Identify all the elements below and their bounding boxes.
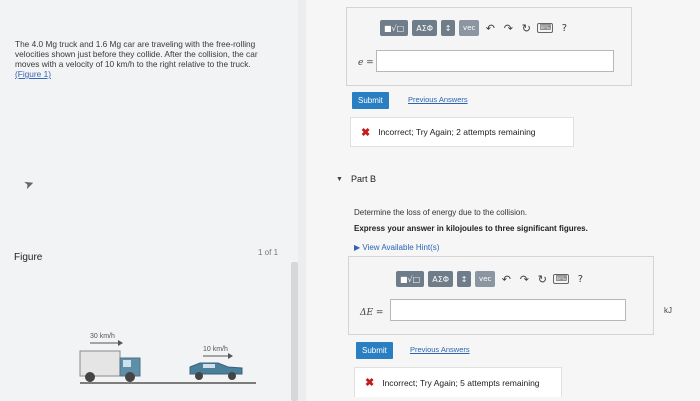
truck-wheel-rear [85,372,95,382]
part-a-input-label: e = [358,58,374,68]
part-a-feedback-text: Incorrect; Try Again; 2 attempts remaini… [378,127,536,137]
problem-line-1: The 4.0 Mg truck and 1.6 Mg car are trav… [15,39,256,49]
collapse-triangle-icon: ▼ [336,175,343,183]
reset-icon[interactable]: ↻ [535,273,549,286]
figure-scrollbar[interactable] [291,262,298,401]
help-icon[interactable]: ? [557,23,571,34]
figure-label: Figure [14,252,43,263]
redo-icon[interactable]: ↷ [517,273,531,286]
part-b-toolbar: ■√□ AΣΦ ↕ vec ↶ ↷ ↻ ⌨ ? [396,271,587,287]
part-b-question: Determine the loss of energy due to the … [354,208,527,217]
help-icon[interactable]: ? [573,274,587,285]
car-window [203,364,215,368]
part-b-input-label: ΔE = [360,308,384,318]
redo-icon[interactable]: ↷ [501,22,515,35]
truck-box [79,350,121,377]
view-hints-link[interactable]: ▶ View Available Hint(s) [354,243,439,252]
incorrect-x-icon: ✖ [361,126,371,139]
templates-button[interactable]: ■√□ [380,20,409,36]
part-a-submit-button[interactable]: Submit [352,92,389,109]
part-b-instruction: Express your answer in kilojoules to thr… [354,224,588,233]
problem-line-3: moves with a velocity of 10 km/h to the … [15,59,251,69]
reset-icon[interactable]: ↻ [519,22,533,35]
truck-wheel-front [125,372,135,382]
car-wheel-rear [195,372,203,380]
arrows-button[interactable]: ↕ [457,271,472,287]
part-b-answer-box [348,256,654,335]
car-arrowhead [228,353,233,359]
undo-icon[interactable]: ↶ [499,273,513,286]
figure-page-count: 1 of 1 [258,248,279,257]
road-line [80,382,256,384]
part-b-feedback-text: Incorrect; Try Again; 5 attempts remaini… [382,377,540,388]
part-b-previous-answers-link[interactable]: Previous Answers [410,345,470,354]
truck-window [123,360,131,367]
problem-line-2: velocities shown just before they collid… [15,49,258,59]
part-a-answer-box [346,7,632,86]
keyboard-icon[interactable]: ⌨ [553,274,570,284]
greek-symbols-button[interactable]: AΣΦ [428,271,454,287]
part-b-unit-label: kJ [664,306,672,315]
car-wheel-front [228,372,236,380]
view-hints-label: View Available Hint(s) [362,243,440,252]
part-b-title: Part B [350,174,376,184]
undo-icon[interactable]: ↶ [483,22,497,35]
incorrect-x-icon: ✖ [365,377,375,389]
part-b-header[interactable]: ▼ Part B [336,174,376,184]
part-a-toolbar: ■√□ AΣΦ ↕ vec ↶ ↷ ↻ ⌨ ? [380,20,571,36]
mouse-cursor-icon: ➤ [21,175,37,193]
part-b-answer-input[interactable] [390,299,626,321]
part-b-submit-button[interactable]: Submit [356,342,393,359]
part-a-feedback: ✖ Incorrect; Try Again; 2 attempts remai… [350,117,574,147]
problem-pane: The 4.0 Mg truck and 1.6 Mg car are trav… [0,0,298,401]
part-a-previous-answers-link[interactable]: Previous Answers [408,95,468,104]
keyboard-icon[interactable]: ⌨ [537,23,554,33]
collision-figure [79,340,243,382]
problem-statement: The 4.0 Mg truck and 1.6 Mg car are trav… [15,39,285,79]
part-a-answer-input[interactable] [376,50,614,72]
truck-arrowhead [118,340,123,346]
figure-link[interactable]: (Figure 1) [15,69,285,79]
templates-button[interactable]: ■√□ [396,271,425,287]
arrows-button[interactable]: ↕ [441,20,456,36]
greek-symbols-button[interactable]: AΣΦ [412,20,438,36]
vector-button[interactable]: vec [459,20,480,36]
vector-button[interactable]: vec [475,271,496,287]
part-b-feedback: ✖ Incorrect; Try Again; 5 attempts remai… [354,367,562,397]
